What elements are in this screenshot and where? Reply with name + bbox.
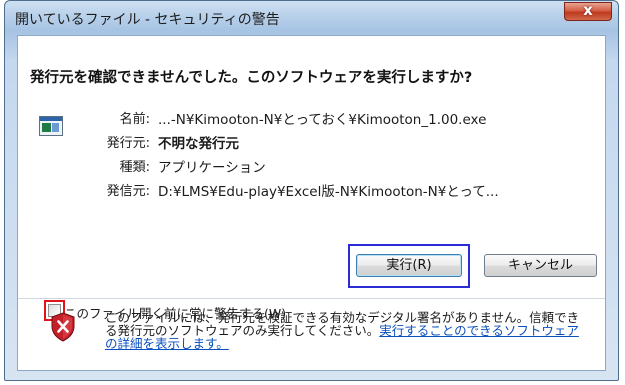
run-button[interactable]: 実行(R) [356, 254, 462, 277]
dialog-question: 発行元を確認できませんでした。このソフトウェアを実行しますか? [30, 70, 473, 86]
close-icon: x [583, 1, 593, 19]
warning-message: このファイルには、発行元を検証できる有効なデジタル署名がありません。信頼できる発… [105, 311, 585, 350]
red-shield-x-icon [51, 312, 75, 342]
source-label: 発信元: [106, 184, 150, 199]
publisher-label: 発行元: [106, 136, 150, 151]
close-button[interactable]: x [564, 1, 612, 21]
window-title: 開いているファイル - セキュリティの警告 [15, 12, 280, 28]
type-value: アプリケーション [158, 160, 266, 176]
type-label: 種類: [119, 160, 150, 175]
cancel-button[interactable]: キャンセル [484, 254, 597, 277]
name-label: 名前: [119, 112, 150, 127]
name-value: ...-N¥Kimooton-N¥とっておく¥Kimooton_1.00.exe [158, 112, 487, 128]
application-window-icon [39, 116, 63, 136]
source-value: D:¥LMS¥Edu-play¥Excel版-N¥Kimooton-N¥とって.… [158, 184, 499, 200]
security-warning-dialog: 開いているファイル - セキュリティの警告 x 発行元を確認できませんでした。こ… [4, 0, 619, 381]
publisher-value: 不明な発行元 [158, 136, 239, 152]
title-bar[interactable]: 開いているファイル - セキュリティの警告 x [5, 1, 618, 35]
